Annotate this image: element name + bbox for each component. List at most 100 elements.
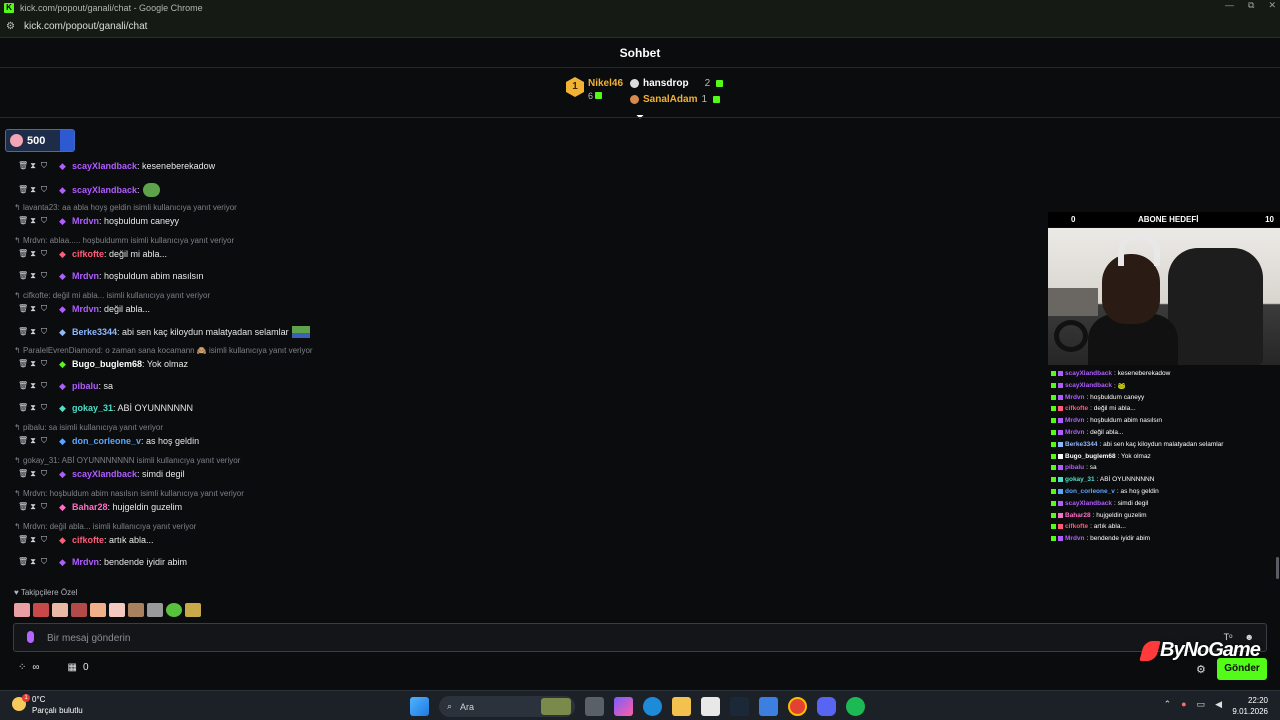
delete-icon[interactable]: 🗑 [18, 162, 28, 170]
reply-context[interactable]: ↰ Mrdvn: değil abla... isimli kullanıcıy… [14, 522, 196, 531]
tray-chevron-icon[interactable]: ⌃ [1164, 699, 1172, 710]
reply-context[interactable]: ↰ ParalelEvrenDiamond: o zaman sana koca… [14, 346, 313, 355]
chat-settings-icon[interactable]: ⚙ [1196, 663, 1206, 676]
taskbar-clock[interactable]: 22:20 9.01.2026 [1232, 695, 1268, 717]
delete-icon[interactable]: 🗑 [18, 217, 28, 225]
emote-icon[interactable] [33, 603, 49, 617]
reply-context[interactable]: ↰ gokay_31: ABİ OYUNNNNNNN isimli kullan… [14, 456, 240, 465]
chat-username[interactable]: Mrdvn [72, 557, 99, 567]
scrollbar[interactable] [1276, 557, 1279, 579]
delete-icon[interactable]: 🗑 [18, 328, 28, 336]
leader-second[interactable]: hansdrop 2 [630, 78, 724, 89]
timeout-icon[interactable]: ⧗ [29, 186, 37, 194]
discord-icon[interactable] [817, 697, 836, 716]
reply-context[interactable]: ↰ cifkofte: değil mi abla... isimli kull… [14, 291, 210, 300]
timeout-icon[interactable]: ⧗ [29, 404, 37, 412]
emote-icon[interactable] [71, 603, 87, 617]
chat-username[interactable]: scayXlandback [72, 161, 137, 171]
edge-icon[interactable] [643, 697, 662, 716]
delete-icon[interactable]: 🗑 [18, 470, 28, 478]
file-explorer-icon[interactable] [672, 697, 691, 716]
delete-icon[interactable]: 🗑 [18, 186, 28, 194]
reply-context[interactable]: ↰ pibalu: sa isimli kullanıcıya yanıt ve… [14, 423, 163, 432]
chat-username[interactable]: pibalu [72, 381, 99, 391]
delete-icon[interactable]: 🗑 [18, 382, 28, 390]
weather-widget[interactable]: 1 0°C Parçalı bulutlu [12, 694, 83, 716]
chat-username[interactable]: Mrdvn [72, 216, 99, 226]
ban-icon[interactable]: ⛉ [40, 272, 48, 280]
microphone-icon[interactable] [27, 631, 34, 643]
ban-icon[interactable]: ⛉ [40, 250, 48, 258]
chat-username[interactable]: scayXlandback [72, 185, 137, 195]
message-input-box[interactable]: Tᵒ ☻ [13, 623, 1267, 652]
ban-icon[interactable]: ⛉ [40, 470, 48, 478]
url-text[interactable]: kick.com/popout/ganali/chat [24, 21, 147, 32]
timeout-icon[interactable]: ⧗ [29, 503, 37, 511]
delete-icon[interactable]: 🗑 [18, 250, 28, 258]
volume-icon[interactable]: ◀ [1215, 699, 1222, 710]
tune-icon[interactable]: ⚙ [6, 21, 18, 32]
delete-icon[interactable]: 🗑 [18, 272, 28, 280]
timeout-icon[interactable]: ⧗ [29, 217, 37, 225]
send-button[interactable]: Gönder [1217, 658, 1267, 680]
chat-username[interactable]: Berke3344 [72, 327, 117, 337]
pinned-gift-goal[interactable]: 500 [5, 129, 75, 152]
timeout-icon[interactable]: ⧗ [29, 162, 37, 170]
chat-username[interactable]: Bahar28 [72, 502, 108, 512]
delete-icon[interactable]: 🗑 [18, 305, 28, 313]
delete-icon[interactable]: 🗑 [18, 503, 28, 511]
url-bar[interactable]: ⚙ kick.com/popout/ganali/chat [0, 16, 1280, 38]
emote-icon[interactable] [109, 603, 125, 617]
timeout-icon[interactable]: ⧗ [29, 470, 37, 478]
ban-icon[interactable]: ⛉ [40, 503, 48, 511]
ban-icon[interactable]: ⛉ [40, 328, 48, 336]
timeout-icon[interactable]: ⧗ [29, 305, 37, 313]
chat-username[interactable]: Mrdvn [72, 304, 99, 314]
delete-icon[interactable]: 🗑 [18, 437, 28, 445]
reply-context[interactable]: ↰ lavanta23: aa abla hoyş geldin isimli … [14, 203, 237, 212]
emote-icon[interactable] [147, 603, 163, 617]
network-icon[interactable]: ▭ [1197, 699, 1206, 710]
timeout-icon[interactable]: ⧗ [29, 437, 37, 445]
emote-icon[interactable] [52, 603, 68, 617]
task-view-icon[interactable] [585, 697, 604, 716]
delete-icon[interactable]: 🗑 [18, 536, 28, 544]
timeout-icon[interactable]: ⧗ [29, 272, 37, 280]
reply-context[interactable]: ↰ Mrdvn: hoşbuldum abim nasılsın isimli … [14, 489, 244, 498]
ban-icon[interactable]: ⛉ [40, 360, 48, 368]
message-input[interactable] [47, 630, 1147, 646]
leader-first-name[interactable]: Nikel46 [588, 78, 623, 89]
taskbar-search[interactable]: ⌕ Ara [439, 696, 575, 717]
chat-username[interactable]: don_corleone_v [72, 436, 141, 446]
ban-icon[interactable]: ⛉ [40, 437, 48, 445]
ban-icon[interactable]: ⛉ [40, 404, 48, 412]
mail-icon[interactable] [759, 697, 778, 716]
timeout-icon[interactable]: ⧗ [29, 536, 37, 544]
chat-username[interactable]: Bugo_buglem68 [72, 359, 142, 369]
ban-icon[interactable]: ⛉ [40, 162, 48, 170]
chat-username[interactable]: gokay_31 [72, 403, 113, 413]
timeout-icon[interactable]: ⧗ [29, 250, 37, 258]
chat-username[interactable]: scayXlandback [72, 469, 137, 479]
reply-context[interactable]: ↰ Mrdvn: ablaa..... hoşbuldumm isimli ku… [14, 236, 234, 245]
emote-icon[interactable] [14, 603, 30, 617]
store-icon[interactable]: ▦ [68, 662, 77, 673]
ban-icon[interactable]: ⛉ [40, 217, 48, 225]
ban-icon[interactable]: ⛉ [40, 382, 48, 390]
windows-start-icon[interactable] [410, 697, 429, 716]
copilot-icon[interactable] [614, 697, 633, 716]
chrome-icon[interactable] [788, 697, 807, 716]
emote-icon[interactable] [90, 603, 106, 617]
maximize-button[interactable]: ⧉ [1248, 0, 1254, 11]
emote-icon[interactable] [128, 603, 144, 617]
delete-icon[interactable]: 🗑 [18, 404, 28, 412]
chat-username[interactable]: cifkofte [72, 535, 104, 545]
chat-username[interactable]: cifkofte [72, 249, 104, 259]
delete-icon[interactable]: 🗑 [18, 360, 28, 368]
ban-icon[interactable]: ⛉ [40, 558, 48, 566]
ban-icon[interactable]: ⛉ [40, 305, 48, 313]
leader-third[interactable]: SanalAdam 1 [630, 94, 721, 105]
store-app-icon[interactable] [701, 697, 720, 716]
points-icon[interactable]: ⁘ [18, 662, 26, 673]
chat-username[interactable]: Mrdvn [72, 271, 99, 281]
